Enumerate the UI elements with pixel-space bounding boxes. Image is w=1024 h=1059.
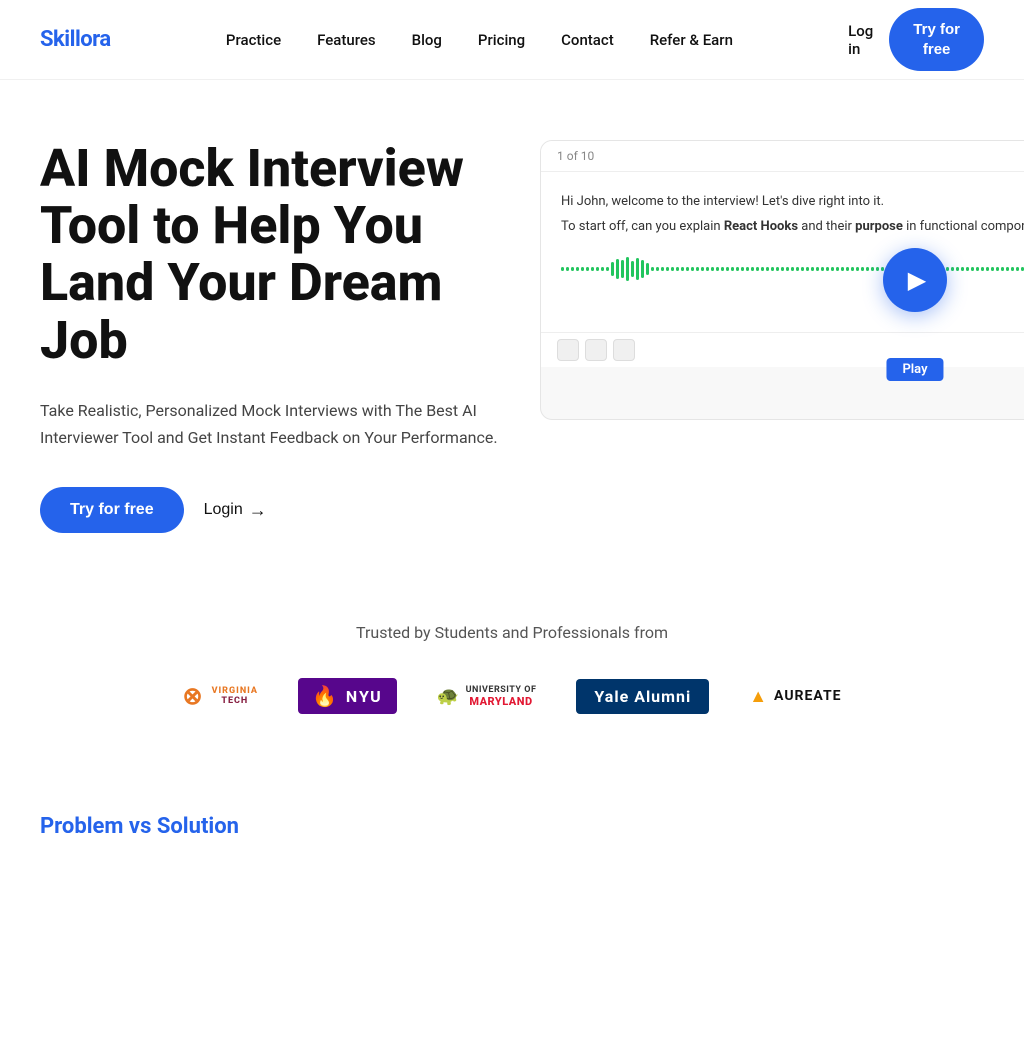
login-line2: in: [848, 40, 873, 58]
hero-try-button[interactable]: Try for free: [40, 487, 184, 533]
nav-try-button[interactable]: Try forfree: [889, 8, 984, 71]
interview-text-2: To start off, can you explain React Hook…: [561, 217, 1024, 238]
trusted-title: Trusted by Students and Professionals fr…: [40, 623, 984, 642]
nav-refer-earn[interactable]: Refer & Earn: [650, 31, 733, 49]
video-top-bar: 1 of 10: [541, 141, 1024, 172]
nav-login-button[interactable]: Log in: [848, 22, 873, 58]
video-counter: 1 of 10: [557, 149, 594, 163]
nav-pricing[interactable]: Pricing: [478, 31, 525, 49]
brand-logo[interactable]: Skillora: [40, 27, 111, 52]
nyu-flame-icon: 🔥: [312, 684, 338, 708]
nyu-text: NYU: [346, 687, 383, 706]
hero-section: AI Mock Interview Tool to Help You Land …: [0, 80, 1024, 573]
vt-icon: ⊗: [182, 682, 203, 710]
login-line1: Log: [848, 22, 873, 40]
logo-nyu: 🔥 NYU: [298, 678, 397, 714]
hero-login-button[interactable]: Login →: [204, 500, 267, 521]
purpose-highlight: purpose: [855, 219, 903, 234]
video-content: Hi John, welcome to the interview! Let's…: [541, 172, 1024, 332]
logos-container: ⊗ VIRGINIA TECH 🔥 NYU 🐢 UNIVERSITY OF MA…: [40, 678, 984, 714]
nav-features[interactable]: Features: [317, 31, 375, 49]
logo-virginia-tech: ⊗ VIRGINIA TECH: [182, 682, 258, 710]
maryland-seal-icon: 🐢: [437, 686, 460, 707]
trusted-section: Trusted by Students and Professionals fr…: [0, 573, 1024, 754]
problem-section: Problem vs Solution: [0, 754, 1024, 859]
nav-right: Log in Try forfree: [848, 8, 984, 71]
hero-actions: Try for free Login →: [40, 487, 500, 533]
logo-aureate: ▲ AUREATE: [749, 686, 841, 707]
aureate-icon: ▲: [749, 686, 768, 707]
video-panel: ⤢ 1 of 10 Hi John, welcome to the interv…: [540, 140, 1024, 420]
nav-contact[interactable]: Contact: [561, 31, 614, 49]
play-icon: ▶: [908, 266, 926, 294]
audio-waveform: [561, 254, 1024, 284]
aureate-text: AUREATE: [774, 688, 841, 704]
control-btn-1[interactable]: [557, 339, 579, 361]
logo-yale: Yale Alumni: [576, 679, 709, 714]
hero-left: AI Mock Interview Tool to Help You Land …: [40, 140, 500, 533]
problem-title: Problem vs Solution: [40, 814, 984, 839]
arrow-icon: →: [249, 500, 267, 521]
nav-practice[interactable]: Practice: [226, 31, 281, 49]
control-btn-3[interactable]: [613, 339, 635, 361]
bottom-spacer: [0, 859, 1024, 1059]
play-label: Play: [886, 358, 943, 381]
video-controls: [557, 339, 635, 361]
nav-blog[interactable]: Blog: [412, 31, 442, 49]
hero-title: AI Mock Interview Tool to Help You Land …: [40, 140, 500, 369]
nav-links: Practice Features Blog Pricing Contact R…: [226, 31, 733, 49]
hero-login-label: Login: [204, 501, 243, 519]
navbar: Skillora Practice Features Blog Pricing …: [0, 0, 1024, 80]
logo-maryland: 🐢 UNIVERSITY OF MARYLAND: [437, 685, 537, 708]
yale-text: Yale Alumni: [594, 687, 691, 706]
hero-description: Take Realistic, Personalized Mock Interv…: [40, 397, 500, 451]
hero-right: ⤢ 1 of 10 Hi John, welcome to the interv…: [540, 140, 1024, 420]
react-hooks-highlight: React Hooks: [724, 219, 798, 234]
video-play-button[interactable]: ▶: [883, 248, 947, 312]
interview-text-1: Hi John, welcome to the interview! Let's…: [561, 192, 1024, 213]
video-bottom-bar: Exit: [541, 332, 1024, 367]
control-btn-2[interactable]: [585, 339, 607, 361]
